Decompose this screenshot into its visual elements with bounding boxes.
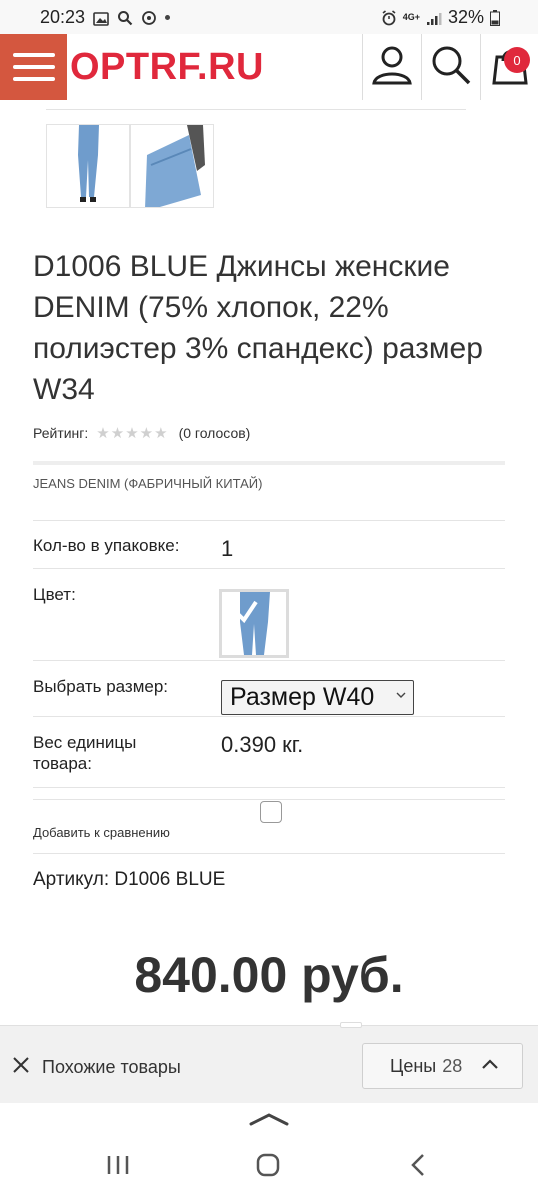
more-notifications-icon <box>165 14 171 20</box>
color-label: Цвет: <box>33 585 76 604</box>
site-logo[interactable]: OPTRF.RU <box>70 46 264 89</box>
sync-notification-icon <box>141 10 157 25</box>
divider <box>33 787 505 788</box>
weight-label-line: Вес единицы <box>33 733 137 752</box>
weight-label-line: товара: <box>33 754 92 773</box>
user-icon <box>370 43 414 92</box>
swipe-up-chevron-icon[interactable] <box>248 1111 290 1132</box>
weight-label: Вес единицы товара: <box>33 732 136 774</box>
divider <box>33 461 505 465</box>
account-button[interactable] <box>362 34 420 100</box>
home-button[interactable] <box>248 1151 288 1183</box>
product-thumbnail[interactable] <box>46 124 130 208</box>
star-icon: ★ <box>125 425 140 442</box>
hamburger-icon-line <box>12 53 55 57</box>
compare-label[interactable]: Добавить к сравнению <box>33 825 170 840</box>
alarm-icon <box>381 10 397 26</box>
close-icon[interactable] <box>12 1054 30 1080</box>
size-label: Выбрать размер: <box>33 677 169 696</box>
prices-button[interactable]: Цены 28 <box>362 1043 523 1089</box>
back-button[interactable] <box>398 1151 438 1183</box>
color-option-swatch[interactable] <box>219 589 289 658</box>
qty-value: 1 <box>221 536 234 561</box>
cart-count-badge: 0 <box>504 47 530 73</box>
weight-value: 0.390 кг. <box>221 732 304 757</box>
product-price: 840.00 руб. <box>134 947 404 1003</box>
chevron-down-icon <box>395 689 407 704</box>
star-icon: ★ <box>110 425 126 442</box>
system-nav-bar <box>0 1103 538 1199</box>
gallery-top-strip <box>46 100 466 110</box>
bottom-filter-bar: Похожие товары Цены 28 <box>0 1022 538 1103</box>
divider <box>33 568 505 569</box>
divider <box>33 716 505 717</box>
recent-apps-icon <box>105 1154 131 1181</box>
product-thumbnails <box>46 124 214 208</box>
chevron-up-icon <box>480 1054 500 1079</box>
image-notification-icon <box>93 10 109 26</box>
size-selected-value: Размер W40 <box>230 683 375 711</box>
search-notification-icon <box>117 10 133 26</box>
status-bar: 20:23 4G+ 32% <box>0 0 538 34</box>
back-icon <box>407 1152 429 1183</box>
similar-products-label: Похожие товары <box>42 1056 181 1077</box>
star-icon: ★ <box>154 425 169 442</box>
qty-label: Кол-во в упаковке: <box>33 536 180 555</box>
hamburger-icon-line <box>12 65 55 69</box>
menu-button[interactable] <box>0 34 67 100</box>
rating-votes: (0 голосов) <box>178 425 251 441</box>
divider <box>33 799 505 800</box>
bar-handle <box>340 1022 362 1028</box>
star-icon: ★ <box>139 425 155 442</box>
divider <box>33 520 505 521</box>
rating-row: Рейтинг: ★★★★★ (0 голосов) <box>33 424 250 442</box>
rating-label: Рейтинг: <box>33 425 89 441</box>
compare-checkbox[interactable] <box>260 801 282 823</box>
divider <box>33 853 505 854</box>
product-sku: Артикул: D1006 BLUE <box>33 869 226 890</box>
size-select[interactable]: Размер W40 <box>221 680 414 715</box>
search-icon <box>429 43 473 92</box>
product-brand[interactable]: JEANS DENIM (ФАБРИЧНЫЙ КИТАЙ) <box>33 476 262 491</box>
divider <box>33 660 505 661</box>
recent-apps-button[interactable] <box>98 1151 138 1183</box>
status-time: 20:23 <box>40 6 86 27</box>
rating-stars[interactable]: ★★★★★ <box>96 424 168 442</box>
product-thumbnail[interactable] <box>130 124 214 208</box>
home-icon <box>255 1152 281 1183</box>
similar-products-button[interactable]: Похожие товары <box>12 1054 181 1080</box>
search-button[interactable] <box>421 34 479 100</box>
prices-count: 28 <box>442 1055 463 1076</box>
network-type: 4G+ <box>402 11 420 22</box>
hamburger-icon-line <box>12 77 55 81</box>
battery-percent: 32% <box>447 6 484 27</box>
signal-icon <box>426 10 442 25</box>
site-header: OPTRF.RU 0 <box>0 34 538 100</box>
star-icon: ★ <box>96 425 111 442</box>
prices-label: Цены <box>390 1055 437 1076</box>
battery-icon <box>490 10 500 26</box>
cart-button[interactable]: 0 <box>480 34 538 100</box>
product-title: D1006 BLUE Джинсы женские DENIM (75% хло… <box>33 250 483 406</box>
